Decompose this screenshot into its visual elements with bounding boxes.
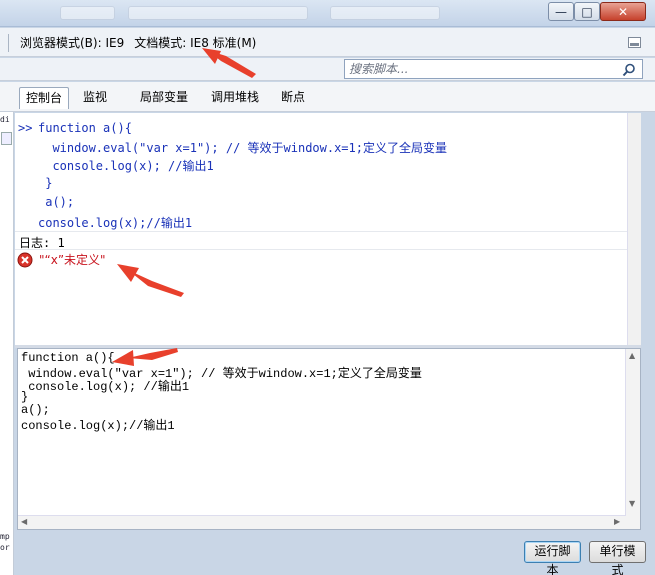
annotation-arrow bbox=[117, 264, 184, 297]
annotation-arrow bbox=[202, 48, 256, 78]
annotation-arrow bbox=[112, 348, 178, 366]
annotation-overlay bbox=[112, 48, 256, 366]
